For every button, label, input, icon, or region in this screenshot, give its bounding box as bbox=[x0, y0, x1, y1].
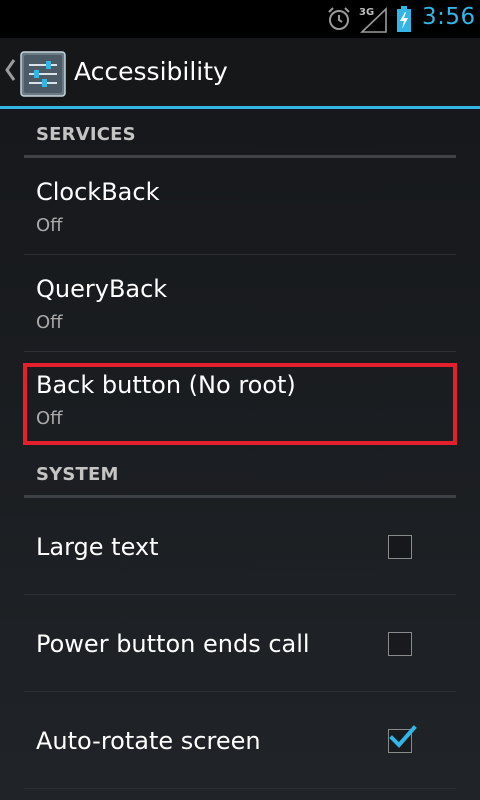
section-header-services: SERVICES bbox=[24, 124, 456, 158]
list-item-queryback[interactable]: QueryBack Off bbox=[24, 255, 456, 352]
checkbox-auto-rotate-screen[interactable] bbox=[388, 725, 417, 753]
status-bar: 3G 3:56 bbox=[0, 0, 480, 38]
battery-charging-icon bbox=[397, 6, 411, 32]
list-item-title: Power button ends call bbox=[36, 630, 310, 658]
page-title: Accessibility bbox=[74, 57, 228, 86]
list-item-summary: Off bbox=[36, 215, 63, 236]
network-type-label: 3G bbox=[359, 7, 374, 18]
status-clock: 3:56 bbox=[422, 4, 476, 30]
signal-strength-icon: 3G bbox=[359, 7, 387, 33]
list-item-large-text[interactable]: Large text bbox=[24, 498, 456, 595]
action-bar: Accessibility bbox=[0, 38, 480, 108]
list-item-title: ClockBack bbox=[36, 178, 160, 206]
section-label-system: SYSTEM bbox=[36, 464, 119, 485]
list-item-title: QueryBack bbox=[36, 275, 168, 303]
list-item-title: Large text bbox=[36, 533, 159, 561]
alarm-clock-icon bbox=[328, 7, 350, 30]
checkbox-power-button-ends-call[interactable] bbox=[388, 632, 412, 656]
section-label-services: SERVICES bbox=[36, 124, 136, 145]
up-caret-icon[interactable] bbox=[4, 58, 16, 82]
highlight-box bbox=[23, 363, 457, 445]
list-item-summary: Off bbox=[36, 312, 63, 333]
list-item-auto-rotate-screen[interactable]: Auto-rotate screen bbox=[24, 692, 456, 789]
section-header-system: SYSTEM bbox=[24, 464, 456, 498]
checkbox-large-text[interactable] bbox=[388, 535, 412, 559]
settings-sliders-icon[interactable] bbox=[20, 51, 66, 97]
list-item-power-button-ends-call[interactable]: Power button ends call bbox=[24, 595, 456, 692]
checkmark-icon bbox=[389, 725, 417, 748]
list-item-clockback[interactable]: ClockBack Off bbox=[24, 158, 456, 255]
list-item-title: Auto-rotate screen bbox=[36, 727, 261, 755]
